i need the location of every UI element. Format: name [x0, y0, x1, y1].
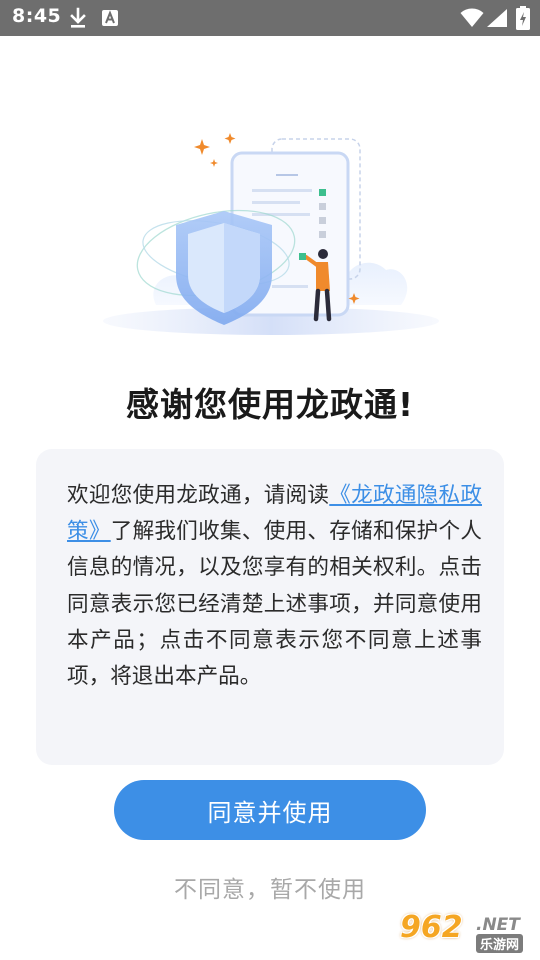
status-bar: 8:45 — [0, 0, 540, 36]
watermark-suffix: .NET — [476, 915, 520, 935]
policy-text-intro: 欢迎您使用龙政通，请阅读 — [67, 483, 330, 508]
status-time: 8:45 — [12, 5, 62, 27]
welcome-title: 感谢您使用龙政通! — [125, 385, 415, 424]
privacy-policy-text: 欢迎您使用龙政通，请阅读《龙政通隐私政策》了解我们收集、使用、存储和保护个人信息… — [67, 478, 482, 695]
a-notification-icon — [102, 10, 118, 26]
wifi-icon — [460, 8, 484, 27]
privacy-shield-illustration — [103, 133, 439, 335]
battery-icon — [516, 6, 530, 30]
policy-text-body: 了解我们收集、使用、存储和保护个人信息的情况，以及您享有的相关权利。点击同意表示… — [67, 519, 482, 690]
watermark-site-name: 乐游网 — [476, 934, 524, 953]
privacy-consent-screen: 8:45 感谢您使用龙政通! 欢迎您使用龙政通，请阅读《龙政通隐私政策》了解我们… — [0, 0, 540, 960]
site-watermark-logo: 962 .NET 乐游网 — [400, 910, 536, 956]
agree-and-use-button[interactable]: 同意并使用 — [114, 780, 426, 840]
watermark-number: 962 — [400, 910, 463, 945]
download-icon — [70, 7, 86, 28]
signal-icon — [487, 9, 507, 27]
privacy-policy-card: 欢迎您使用龙政通，请阅读《龙政通隐私政策》了解我们收集、使用、存储和保护个人信息… — [36, 449, 504, 765]
disagree-button[interactable]: 不同意，暂不使用 — [0, 870, 540, 904]
